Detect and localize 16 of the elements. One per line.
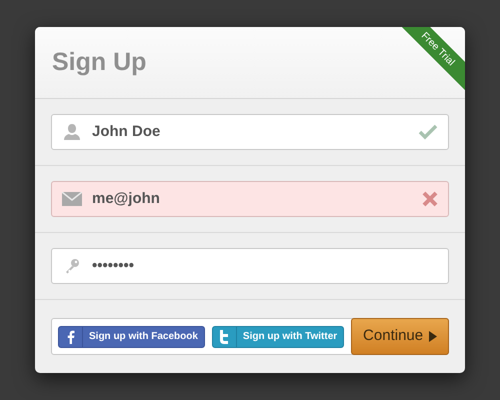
envelope-icon (62, 192, 82, 206)
field-value: •••••••• (92, 256, 136, 276)
continue-button[interactable]: Continue (351, 318, 449, 355)
form-title: Sign Up (52, 46, 146, 78)
facebook-logo-icon (66, 330, 74, 344)
input-field[interactable]: •••••••• (51, 248, 449, 284)
social-signup-button[interactable]: Sign up with Twitter (212, 326, 344, 348)
person-icon (63, 123, 81, 141)
key-icon (64, 258, 80, 274)
input-field[interactable]: me@john (51, 181, 449, 217)
field-value: John Doe (92, 122, 162, 142)
input-field[interactable]: John Doe (51, 114, 449, 150)
play-arrow-icon (429, 331, 438, 342)
twitter-logo-icon (219, 330, 230, 344)
field-value: me@john (92, 188, 161, 209)
social-signup-button[interactable]: Sign up with Facebook (58, 326, 205, 348)
